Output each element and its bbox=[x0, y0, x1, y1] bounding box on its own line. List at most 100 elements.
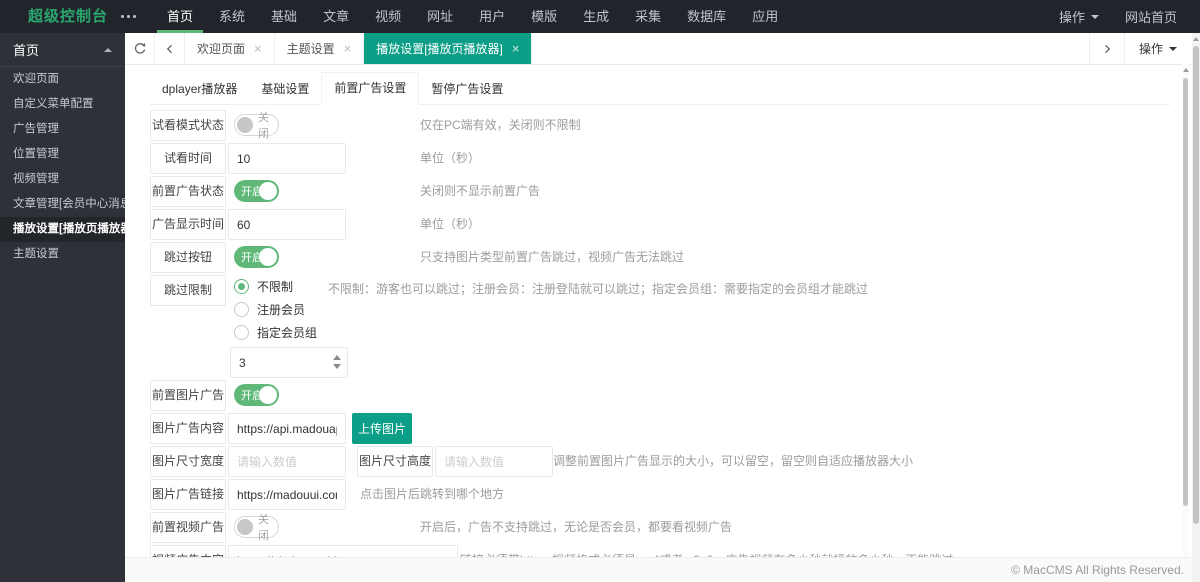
workspace-tabs: 欢迎页面×主题设置×播放设置[播放页播放器]× bbox=[185, 33, 532, 64]
form-row: 图片尺寸宽度图片尺寸高度调整前置图片广告显示的大小，可以留空，留空则自适应播放器… bbox=[150, 446, 1200, 477]
text-input[interactable] bbox=[230, 347, 348, 378]
sidebar-item[interactable]: 主题设置 bbox=[0, 242, 125, 267]
radio-icon bbox=[234, 279, 249, 294]
scrollbar-up-arrow-icon[interactable] bbox=[1183, 68, 1189, 72]
topbar-nav-item[interactable]: 模版 bbox=[518, 0, 570, 33]
topbar-nav-item[interactable]: 视频 bbox=[362, 0, 414, 33]
toggle-knob bbox=[237, 117, 253, 133]
toggle-switch[interactable]: 关闭 bbox=[234, 516, 279, 538]
scrollbar-thumb[interactable] bbox=[1193, 46, 1199, 524]
toggle-switch[interactable]: 开启 bbox=[234, 246, 279, 268]
settings-tabs: dplayer播放器基础设置前置广告设置暂停广告设置 bbox=[150, 73, 1170, 105]
radio-option[interactable]: 指定会员组 bbox=[234, 321, 348, 344]
text-input[interactable] bbox=[228, 545, 458, 557]
workspace-tab[interactable]: 主题设置× bbox=[275, 33, 365, 64]
toggle-switch[interactable]: 开启 bbox=[234, 384, 279, 406]
form-row: 视频广告内容链接必须带http，视频格式必须是mp4或者m3u8，广告视频有多少… bbox=[150, 545, 1200, 557]
topbar-nav-item[interactable]: 应用 bbox=[739, 0, 791, 33]
tab-close-icon[interactable]: × bbox=[254, 42, 262, 55]
settings-tab[interactable]: 暂停广告设置 bbox=[419, 74, 515, 104]
form-label: 跳过按钮 bbox=[150, 242, 226, 273]
topbar-nav-item[interactable]: 文章 bbox=[310, 0, 362, 33]
sidebar-item[interactable]: 文章管理[会员中心消息] bbox=[0, 192, 125, 217]
chevron-right-icon bbox=[1101, 43, 1113, 55]
form-hint: 点击图片后跳转到哪个地方 bbox=[360, 479, 504, 510]
form-hint: 单位（秒） bbox=[420, 209, 480, 240]
topbar-nav-item[interactable]: 首页 bbox=[154, 0, 206, 33]
tabbar-action-dropdown[interactable]: 操作 bbox=[1124, 33, 1192, 64]
topbar-nav-item[interactable]: 网址 bbox=[414, 0, 466, 33]
form-row: 跳过按钮开启只支持图片类型前置广告跳过，视频广告无法跳过 bbox=[150, 242, 1200, 273]
settings-tab[interactable]: dplayer播放器 bbox=[150, 74, 249, 104]
text-input[interactable] bbox=[228, 479, 346, 510]
workspace-tabbar: 欢迎页面×主题设置×播放设置[播放页播放器]× 操作 bbox=[125, 33, 1200, 65]
topbar-action-dropdown[interactable]: 操作 bbox=[1059, 7, 1099, 26]
chevron-left-icon bbox=[164, 43, 176, 55]
tab-close-icon[interactable]: × bbox=[512, 42, 520, 55]
text-input[interactable] bbox=[228, 209, 346, 240]
workspace-tab[interactable]: 欢迎页面× bbox=[185, 33, 275, 64]
topbar-nav-item[interactable]: 基础 bbox=[258, 0, 310, 33]
scrollbar-thumb[interactable] bbox=[1183, 78, 1188, 506]
topbar-nav-item[interactable]: 系统 bbox=[206, 0, 258, 33]
topbar-nav-item[interactable]: 数据库 bbox=[674, 0, 739, 33]
topbar-nav-item[interactable]: 采集 bbox=[622, 0, 674, 33]
chevron-down-icon bbox=[1091, 15, 1099, 23]
number-field bbox=[228, 347, 348, 378]
sidebar-item[interactable]: 欢迎页面 bbox=[0, 67, 125, 92]
text-input[interactable] bbox=[228, 446, 346, 477]
sidebar-item[interactable]: 播放设置[播放页播放器] bbox=[0, 217, 125, 242]
text-input[interactable] bbox=[228, 143, 346, 174]
menu-ellipsis-icon[interactable] bbox=[108, 0, 149, 33]
form-label: 试看模式状态 bbox=[150, 110, 226, 141]
settings-tab[interactable]: 基础设置 bbox=[249, 74, 321, 104]
stepper-up-icon[interactable] bbox=[333, 355, 341, 360]
tab-close-icon[interactable]: × bbox=[344, 42, 352, 55]
topbar-nav-item[interactable]: 生成 bbox=[570, 0, 622, 33]
sidebar-group-header[interactable]: 首页 bbox=[0, 33, 125, 67]
sidebar-item[interactable]: 自定义菜单配置 bbox=[0, 92, 125, 117]
form-hint: 单位（秒） bbox=[420, 143, 480, 174]
tabs-prev-button[interactable] bbox=[155, 33, 185, 64]
radio-option-label: 注册会员 bbox=[257, 301, 305, 318]
footer: © MacCMS All Rights Reserved. bbox=[125, 557, 1200, 582]
form-label: 跳过限制 bbox=[150, 275, 226, 306]
sidebar: 首页 欢迎页面自定义菜单配置广告管理位置管理视频管理文章管理[会员中心消息]播放… bbox=[0, 33, 125, 582]
form-row: 试看模式状态关闭仅在PC端有效，关闭则不限制 bbox=[150, 110, 1200, 141]
upload-image-button[interactable]: 上传图片 bbox=[352, 413, 412, 444]
toggle-knob bbox=[259, 182, 277, 200]
site-home-link[interactable]: 网站首页 bbox=[1125, 7, 1177, 26]
text-input[interactable] bbox=[435, 446, 553, 477]
form-row: 图片广告内容上传图片 bbox=[150, 413, 1200, 444]
tabs-next-button[interactable] bbox=[1089, 33, 1124, 64]
topbar-nav-item[interactable]: 用户 bbox=[466, 0, 518, 33]
toggle-state-label: 关闭 bbox=[258, 109, 278, 141]
toggle-switch[interactable]: 关闭 bbox=[234, 114, 279, 136]
form-row: 前置图片广告开启 bbox=[150, 380, 1200, 411]
workspace-tab[interactable]: 播放设置[播放页播放器]× bbox=[364, 33, 532, 64]
scrollbar-up-arrow-icon[interactable] bbox=[1193, 37, 1199, 41]
form-row: 试看时间单位（秒） bbox=[150, 143, 1200, 174]
sidebar-item[interactable]: 广告管理 bbox=[0, 117, 125, 142]
copyright-text: © MacCMS All Rights Reserved. bbox=[1011, 563, 1184, 577]
stepper-arrows[interactable] bbox=[333, 355, 341, 369]
settings-tab[interactable]: 前置广告设置 bbox=[321, 72, 419, 105]
form-hint: 仅在PC端有效，关闭则不限制 bbox=[420, 110, 581, 141]
content-scrollbar[interactable] bbox=[1182, 64, 1189, 556]
form-label: 前置图片广告 bbox=[150, 380, 226, 411]
sidebar-menu: 欢迎页面自定义菜单配置广告管理位置管理视频管理文章管理[会员中心消息]播放设置[… bbox=[0, 67, 125, 267]
refresh-button[interactable] bbox=[125, 33, 155, 64]
radio-option[interactable]: 注册会员 bbox=[234, 298, 348, 321]
text-input[interactable] bbox=[228, 413, 346, 444]
sidebar-item[interactable]: 位置管理 bbox=[0, 142, 125, 167]
form-hint: 开启后，广告不支持跳过，无论是否会员，都要看视频广告 bbox=[420, 512, 732, 543]
form-row: 前置广告状态开启关闭则不显示前置广告 bbox=[150, 176, 1200, 207]
toggle-knob bbox=[259, 248, 277, 266]
toggle-switch[interactable]: 开启 bbox=[234, 180, 279, 202]
form-hint: 调整前置图片广告显示的大小，可以留空，留空则自适应播放器大小 bbox=[553, 446, 913, 477]
sidebar-item[interactable]: 视频管理 bbox=[0, 167, 125, 192]
stepper-down-icon[interactable] bbox=[333, 364, 341, 369]
topbar-right: 操作 网站首页 bbox=[1059, 0, 1200, 33]
form-row: 图片广告链接点击图片后跳转到哪个地方 bbox=[150, 479, 1200, 510]
page-scrollbar[interactable] bbox=[1192, 33, 1200, 582]
